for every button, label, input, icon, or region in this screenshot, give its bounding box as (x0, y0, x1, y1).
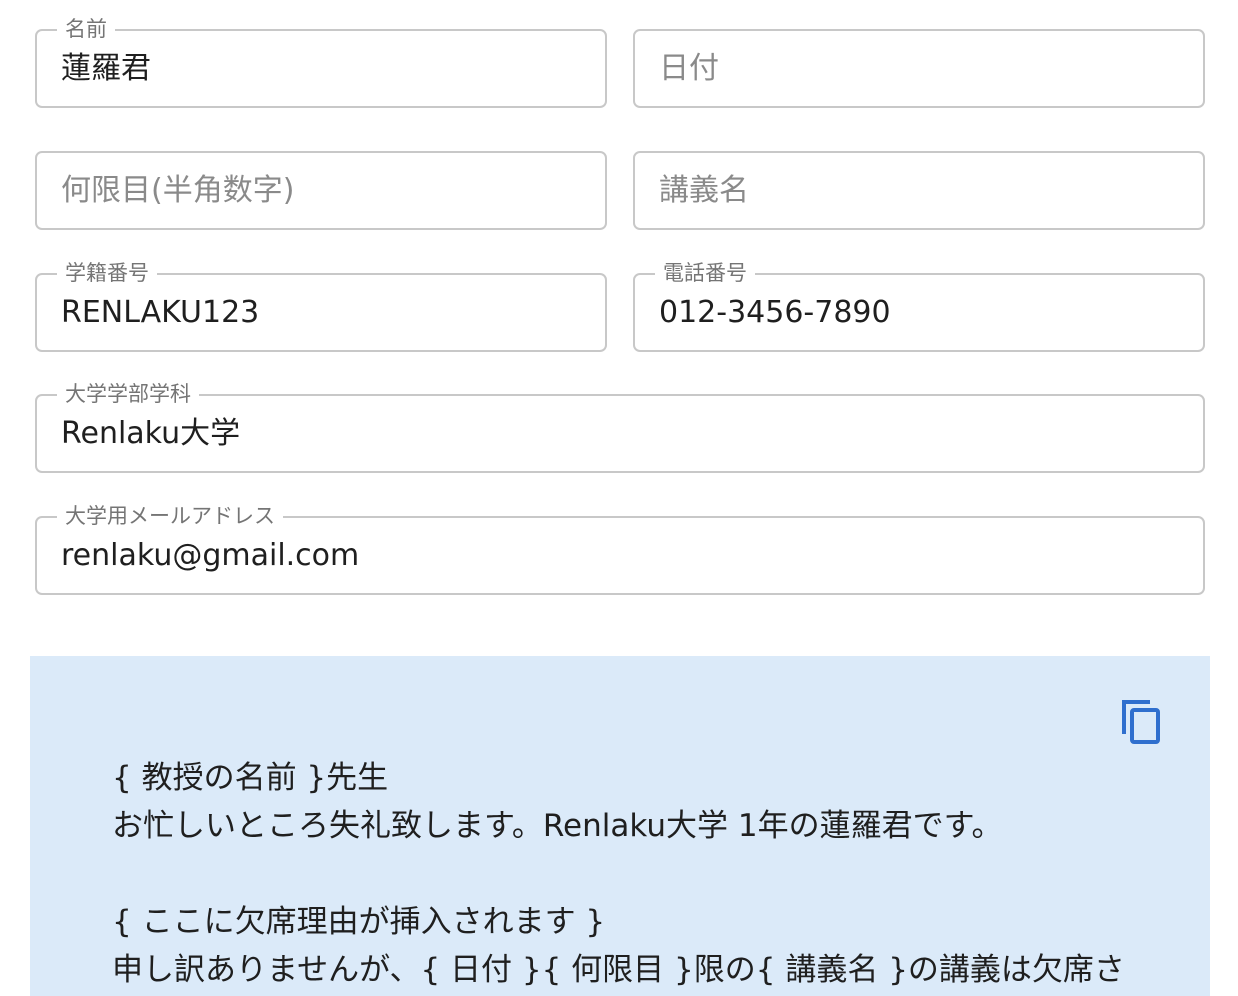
copy-icon (1122, 700, 1160, 744)
name-field: 名前 (35, 16, 607, 108)
message-line (112, 850, 1172, 898)
name-label: 名前 (57, 16, 115, 42)
phone-field: 電話番号 (633, 260, 1205, 352)
email-field: 大学用メールアドレス (35, 503, 1205, 595)
generated-message-panel: { 教授の名前 }先生 お忙しいところ失礼致します。Renlaku大学 1年の蓮… (30, 656, 1210, 996)
lecture-input[interactable] (659, 170, 1183, 211)
message-text: { 教授の名前 }先生 お忙しいところ失礼致します。Renlaku大学 1年の蓮… (112, 754, 1172, 994)
message-line: { 教授の名前 }先生 (112, 760, 389, 796)
phone-input[interactable] (659, 292, 1183, 333)
copy-button[interactable] (1120, 698, 1162, 746)
email-label: 大学用メールアドレス (57, 503, 283, 529)
date-field (633, 29, 1205, 108)
university-input[interactable] (61, 413, 1183, 454)
lecture-field (633, 151, 1205, 230)
message-line: { ここに欠席理由が挿入されます } (112, 904, 606, 940)
date-input[interactable] (659, 48, 1183, 89)
student-id-input[interactable] (61, 292, 585, 333)
period-input[interactable] (61, 170, 585, 211)
message-line: 申し訳ありませんが、{ 日付 }{ 何限目 }限の{ 講義名 }の講義は欠席さ (112, 952, 1125, 988)
student-id-field: 学籍番号 (35, 260, 607, 352)
message-line: お忙しいところ失礼致します。Renlaku大学 1年の蓮羅君です。 (112, 808, 1003, 844)
period-field (35, 151, 607, 230)
university-label: 大学学部学科 (57, 381, 199, 407)
student-id-label: 学籍番号 (57, 260, 157, 286)
name-input[interactable] (61, 48, 585, 89)
university-field: 大学学部学科 (35, 381, 1205, 473)
email-input[interactable] (61, 535, 1183, 576)
phone-label: 電話番号 (655, 260, 755, 286)
